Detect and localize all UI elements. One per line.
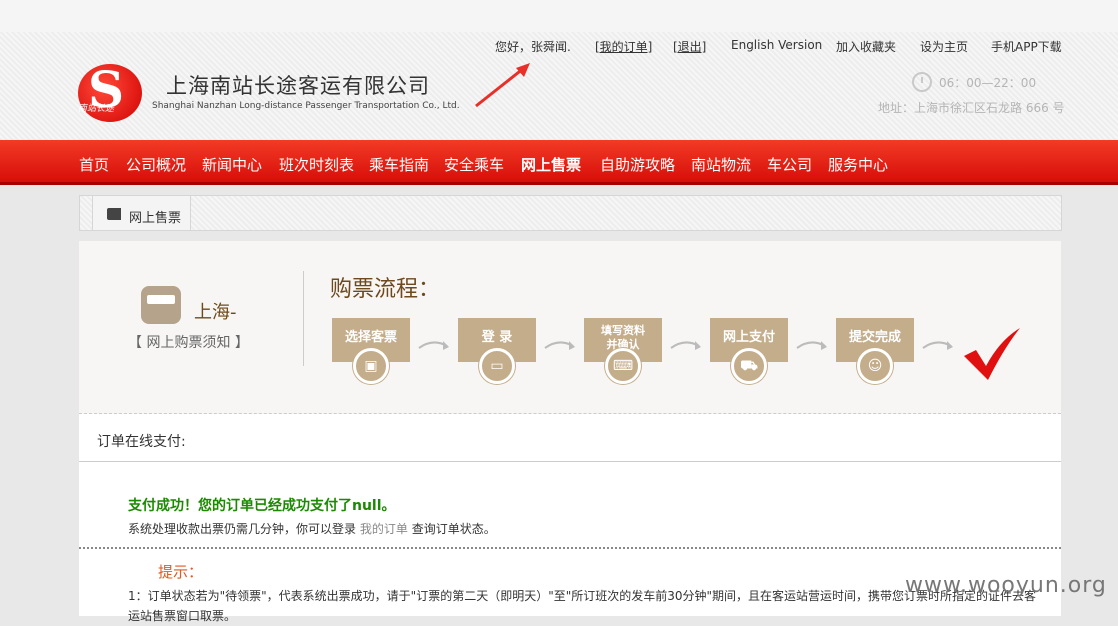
nav-item-timetable[interactable]: 班次时刻表 bbox=[279, 154, 354, 175]
user-greeting: 您好，张舜闻. bbox=[495, 40, 571, 54]
nav-item-guide[interactable]: 乘车指南 bbox=[369, 154, 429, 175]
bus-icon bbox=[141, 286, 181, 324]
set-homepage-link[interactable]: 设为主页 bbox=[920, 38, 968, 55]
nav-item-safety[interactable]: 安全乘车 bbox=[444, 154, 504, 175]
my-orders-link[interactable]: [我的订单] bbox=[595, 38, 652, 55]
nav-item-company[interactable]: 公司概况 bbox=[126, 154, 186, 175]
processing-note-tail: 查询订单状态。 bbox=[411, 522, 496, 536]
content-panel: 上海- 【 网上购票须知 】 购票流程： 选择客票 ▣ 登 录 ▭ 填写资料 并… bbox=[79, 241, 1061, 623]
flow-title: 购票流程： bbox=[330, 277, 441, 302]
logo-text: 南站长途 bbox=[78, 104, 115, 114]
processing-note: 系统处理收款出票仍需几分钟，你可以登录 我的订单 查询订单状态。 bbox=[128, 520, 496, 537]
step-login: 登 录 ▭ bbox=[458, 318, 536, 384]
step-select-ticket: 选择客票 ▣ bbox=[332, 318, 410, 384]
divider bbox=[303, 271, 304, 366]
breadcrumb: 网上售票 bbox=[79, 195, 1062, 231]
nav-item-home[interactable]: 首页 bbox=[79, 154, 109, 175]
departure-city: 上海- bbox=[194, 302, 237, 323]
main-nav: 首页 公司概况 新闻中心 班次时刻表 乘车指南 安全乘车 网上售票 自助游攻略 … bbox=[0, 140, 1118, 185]
monitor-icon: ▭ bbox=[479, 348, 515, 384]
step-fill-info: 填写资料 并确认 ⌨ bbox=[584, 318, 662, 384]
dotted-divider bbox=[79, 547, 1061, 549]
logout-link[interactable]: [退出] bbox=[673, 38, 706, 55]
processing-note-text: 系统处理收款出票仍需几分钟，你可以登录 bbox=[128, 522, 357, 536]
business-hours: 06：00—22：00 bbox=[939, 76, 1037, 90]
keyboard-icon: ⌨ bbox=[605, 348, 641, 384]
arrow-icon bbox=[544, 341, 575, 350]
nav-item-news[interactable]: 新闻中心 bbox=[202, 154, 262, 175]
my-orders-inline-link[interactable]: 我的订单 bbox=[360, 522, 408, 536]
online-payment-label: 订单在线支付: bbox=[97, 434, 186, 450]
tip-title: 提示： bbox=[158, 563, 204, 581]
company-name-cn: 上海南站长途客运有限公司 bbox=[166, 74, 430, 98]
breadcrumb-label: 网上售票 bbox=[129, 211, 182, 226]
nav-item-travel[interactable]: 自助游攻略 bbox=[600, 154, 675, 175]
purchase-notice-link[interactable]: 【 网上购票须知 】 bbox=[128, 332, 249, 352]
payment-success-message: 支付成功！您的订单已经成功支付了null。 bbox=[128, 498, 396, 514]
english-version-link[interactable]: English Version bbox=[731, 38, 822, 52]
app-download-link[interactable]: 手机APP下载 bbox=[991, 38, 1062, 55]
checkmark-icon bbox=[964, 328, 1020, 380]
nav-item-service[interactable]: 服务中心 bbox=[828, 154, 888, 175]
address: 地址：上海市徐汇区石龙路 666 号 bbox=[878, 101, 1065, 115]
cart-icon: ⛟ bbox=[731, 348, 767, 384]
step-complete: 提交完成 ☺ bbox=[836, 318, 914, 384]
tag-icon bbox=[107, 208, 121, 220]
nav-item-bus-company[interactable]: 车公司 bbox=[767, 154, 812, 175]
section-divider bbox=[79, 461, 1061, 462]
arrow-icon bbox=[796, 341, 827, 350]
browser-top-strip bbox=[0, 0, 1118, 33]
nav-item-logistics[interactable]: 南站物流 bbox=[691, 154, 751, 175]
step-label: 填写资料 并确认 bbox=[601, 324, 645, 351]
company-name-en: Shanghai Nanzhan Long-distance Passenger… bbox=[152, 101, 460, 111]
purchase-flow: 上海- 【 网上购票须知 】 购票流程： 选择客票 ▣ 登 录 ▭ 填写资料 并… bbox=[79, 241, 1061, 414]
bus-icon: ▣ bbox=[353, 348, 389, 384]
annotation-arrow bbox=[475, 63, 530, 108]
arrow-icon bbox=[922, 341, 953, 350]
watermark: www.wooyun.org bbox=[905, 573, 1107, 598]
arrow-icon bbox=[670, 341, 701, 350]
add-favorite-link[interactable]: 加入收藏夹 bbox=[836, 38, 896, 55]
smile-icon: ☺ bbox=[857, 348, 893, 384]
step-online-payment: 网上支付 ⛟ bbox=[710, 318, 788, 384]
breadcrumb-tab[interactable]: 网上售票 bbox=[92, 196, 191, 230]
nav-item-online-ticket[interactable]: 网上售票 bbox=[521, 154, 581, 175]
arrow-icon bbox=[418, 341, 449, 350]
clock-icon bbox=[912, 72, 932, 92]
